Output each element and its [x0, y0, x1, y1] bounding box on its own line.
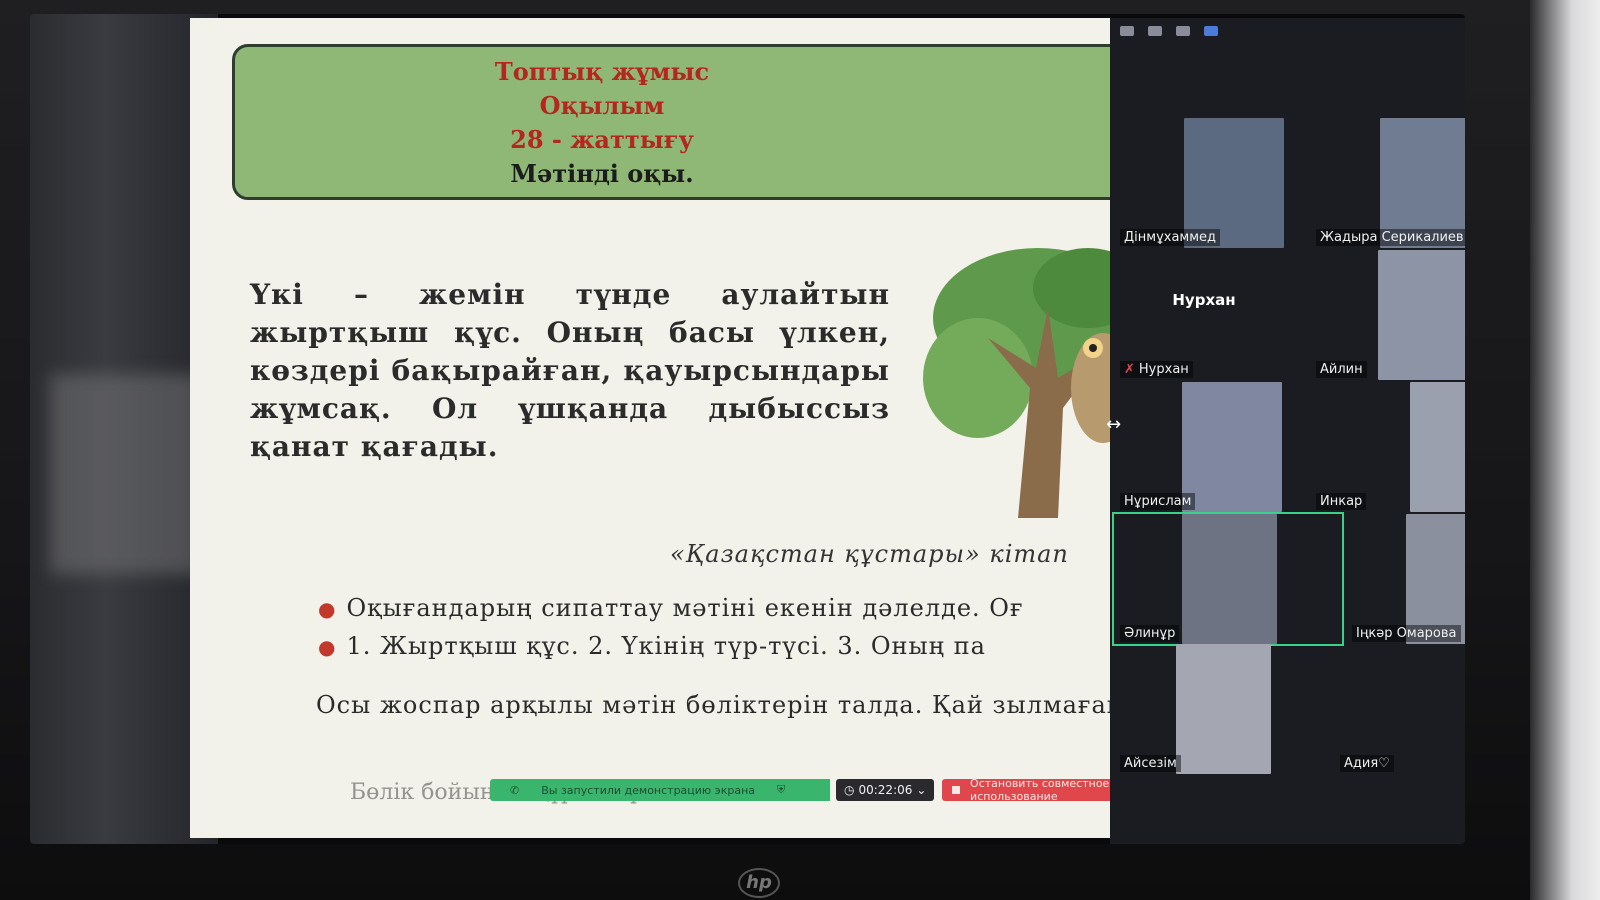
- participant-name: Инкар: [1316, 493, 1367, 510]
- participant-video: [1378, 250, 1465, 380]
- speaker-view-icon[interactable]: [1148, 26, 1162, 36]
- header-line-2: Оқылым: [539, 91, 665, 120]
- shield-icon: ⛨: [777, 783, 786, 796]
- participant-name: Іңкәр Омарова: [1352, 625, 1461, 642]
- header-line-4: Мәтінді оқы.: [510, 159, 694, 188]
- slide-header: Топтық жұмыс Оқылым 28 - жаттығу Мәтінді…: [232, 44, 1140, 200]
- chevron-down-icon: ⌄: [916, 783, 927, 797]
- bullet-item: ● Оқығандарың сипаттау мәтіні екенін дәле…: [318, 594, 1024, 622]
- screen-share-bar: ✆ Вы запустили демонстрацию экрана ⛨ ◷ 0…: [490, 777, 1140, 803]
- plan-question: Осы жоспар арқылы мәтін бөліктерін талда…: [316, 691, 1138, 719]
- participant-name: Жадыра Серикалиев: [1316, 229, 1465, 246]
- participant-name: Нұрислам: [1120, 493, 1196, 510]
- stop-icon: [952, 786, 961, 794]
- header-line-1: Топтық жұмыс: [494, 57, 710, 86]
- participant-tile[interactable]: Нұрислам: [1114, 382, 1294, 512]
- participant-video: [1182, 382, 1282, 512]
- bullet-text: Оқығандарың сипаттау мәтіні екенін дәлел…: [346, 594, 1024, 622]
- hp-logo: hp: [738, 868, 780, 898]
- participant-name: Дінмұхаммед: [1120, 229, 1221, 246]
- owl-tree-illustration: [923, 248, 1140, 518]
- presentation-slide: Топтық жұмыс Оқылым 28 - жаттығу Мәтінді…: [190, 18, 1140, 838]
- participants-panel: Дінмұхаммед Жадыра Серикалиев Нурхан ✗ Ну…: [1110, 18, 1465, 844]
- participant-placeholder: Нурхан: [1172, 291, 1236, 309]
- slide-body-text: Үкі – жемін түнде аулайтын жыртқыш құс. …: [250, 278, 890, 463]
- resize-handle-icon[interactable]: ↔: [1106, 414, 1121, 435]
- bullet-dot-icon: ●: [318, 597, 337, 621]
- background-wall: [1530, 0, 1600, 900]
- bullet-dot-icon: ●: [318, 635, 337, 659]
- participant-name: Айлин: [1316, 361, 1367, 378]
- participant-tile-active-speaker[interactable]: Әлинұр: [1112, 512, 1344, 646]
- share-status-text: Вы запустили демонстрацию экрана: [541, 783, 756, 797]
- bullet-item: ● 1. Жыртқыш құс. 2. Үкінің түр-түсі. 3. …: [318, 632, 986, 660]
- participant-video: [1410, 382, 1465, 512]
- participant-tile[interactable]: Адия♡: [1334, 644, 1464, 774]
- participant-video: [1176, 644, 1271, 774]
- participant-name: Адия♡: [1340, 755, 1394, 772]
- header-line-3: 28 - жаттығу: [510, 125, 694, 154]
- share-timer[interactable]: ◷ 00:22:06 ⌄: [836, 779, 935, 801]
- participant-tile[interactable]: Жадыра Серикалиев: [1310, 118, 1465, 248]
- share-status: ✆ Вы запустили демонстрацию экрана ⛨: [490, 779, 830, 801]
- gallery-view-icon[interactable]: [1204, 26, 1218, 36]
- participant-name: Айсезім: [1120, 755, 1181, 772]
- monitor-screen: Топтық жұмыс Оқылым 28 - жаттығу Мәтінді…: [30, 14, 1465, 844]
- participant-name: Әлинұр: [1120, 625, 1180, 642]
- strip-view-icon[interactable]: [1176, 26, 1190, 36]
- participant-tile[interactable]: Дінмұхаммед: [1114, 118, 1294, 248]
- panel-toolbar: [1120, 26, 1218, 36]
- participant-name: ✗ Нурхан: [1120, 361, 1193, 378]
- muted-mic-icon: ✗: [1124, 362, 1135, 377]
- phone-icon: ✆: [510, 783, 520, 797]
- participant-video: [1182, 514, 1277, 644]
- book-caption: «Қазақстан құстары» кітап: [670, 540, 1069, 568]
- bullet-text: 1. Жыртқыш құс. 2. Үкінің түр-түсі. 3. О…: [346, 632, 986, 660]
- participant-tile[interactable]: Айлин: [1310, 250, 1465, 380]
- participant-tile[interactable]: Инкар: [1310, 382, 1465, 512]
- minimize-icon[interactable]: [1120, 26, 1134, 36]
- participant-tile[interactable]: Айсезім: [1114, 644, 1294, 774]
- participant-tile[interactable]: Іңкәр Омарова: [1346, 514, 1465, 644]
- clock-icon: ◷: [844, 783, 855, 797]
- participant-tile[interactable]: Нурхан ✗ Нурхан: [1114, 250, 1294, 380]
- timer-text: 00:22:06: [858, 783, 913, 797]
